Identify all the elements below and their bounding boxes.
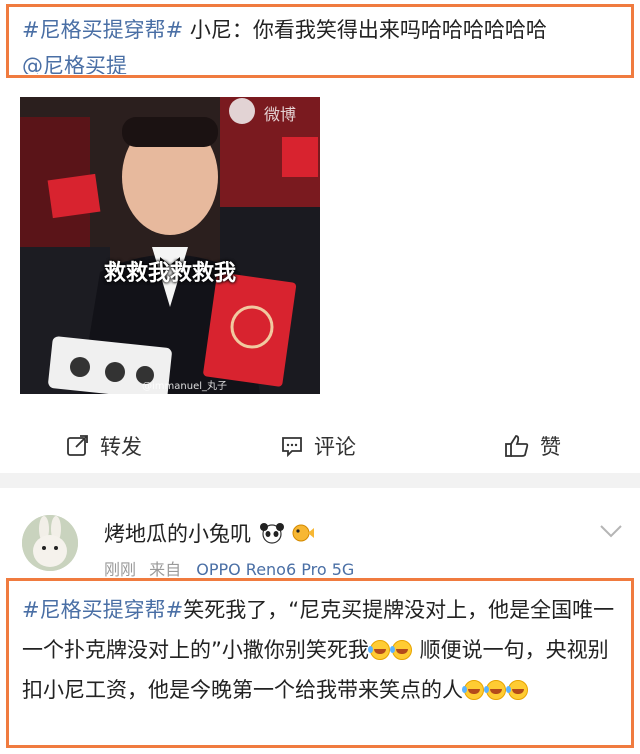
comment-icon	[282, 437, 302, 458]
image-watermark: @immanuel_丸子	[142, 381, 227, 392]
panda-icon	[260, 523, 284, 544]
comment-label: 评论	[314, 435, 356, 459]
laugh-cry-emoji-icon	[506, 680, 528, 700]
like-label: 赞	[540, 435, 561, 459]
laugh-cry-emoji-icon	[462, 680, 484, 700]
post-image[interactable]: 微博 救救我救救我 @immanuel_丸子	[20, 97, 320, 394]
device-link[interactable]: OPPO Reno6 Pro 5G	[196, 560, 354, 579]
post-photo-illustration	[20, 97, 320, 394]
post-text: #尼格买提穿帮# 小尼：你看我笑得出来吗哈哈哈哈哈哈 @尼格买提	[22, 12, 622, 74]
image-corner-watermark: 微博	[264, 105, 297, 124]
thumbs-up-icon	[505, 435, 529, 457]
comment-body: #尼格买提穿帮#笑死我了，“尼克买提牌没对上，他是全国唯一一个扑克牌没对上的”小…	[22, 590, 622, 710]
chevron-down-icon[interactable]	[598, 522, 624, 540]
comment-time: 刚刚	[104, 560, 137, 579]
repost-label: 转发	[100, 435, 142, 459]
laugh-cry-emoji-icon	[484, 680, 506, 700]
avatar[interactable]	[22, 515, 78, 571]
laugh-cry-emoji-icon	[367, 640, 390, 660]
repost-button[interactable]: 转发	[66, 426, 142, 466]
comment-meta: 刚刚 来自 OPPO Reno6 Pro 5G	[104, 556, 354, 580]
section-divider	[0, 473, 640, 488]
image-caption: 救救我救救我	[103, 261, 236, 286]
pufferfish-icon	[292, 524, 314, 542]
post-mention[interactable]: @尼格买提	[22, 54, 127, 74]
comment-hashtag[interactable]: #尼格买提穿帮#	[22, 598, 183, 622]
commenter-name[interactable]: 烤地瓜的小兔叽	[104, 518, 251, 548]
comment-button[interactable]: 评论	[280, 426, 356, 466]
commenter-name-row[interactable]: 烤地瓜的小兔叽	[104, 518, 315, 548]
rabbit-avatar-icon	[22, 515, 78, 571]
like-button[interactable]: 赞	[504, 426, 561, 466]
post-body: 小尼：你看我笑得出来吗哈哈哈哈哈哈	[183, 18, 547, 42]
comment-from: 来自	[149, 560, 182, 579]
post-hashtag[interactable]: #尼格买提穿帮#	[22, 18, 183, 42]
laugh-cry-emoji-icon	[389, 640, 412, 660]
repost-icon	[67, 435, 88, 456]
